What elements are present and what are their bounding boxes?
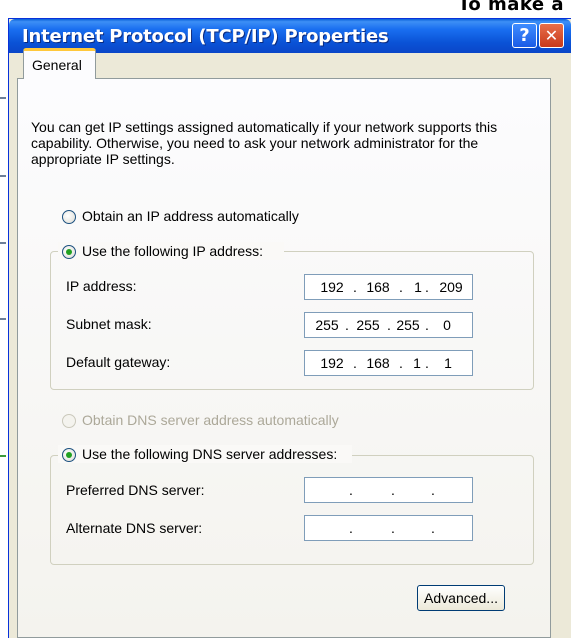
- alternate-dns-input[interactable]: . . .: [304, 515, 473, 541]
- background-mark: [0, 175, 6, 177]
- use-dns-manual-radio[interactable]: [62, 448, 76, 462]
- obtain-dns-auto-radio[interactable]: [62, 414, 76, 428]
- close-button[interactable]: ✕: [539, 23, 564, 48]
- octet: 168: [366, 355, 390, 371]
- radio-selected-dot: [66, 452, 72, 458]
- use-ip-manual-radio[interactable]: [62, 245, 76, 259]
- use-dns-manual-label[interactable]: Use the following DNS server addresses:: [82, 446, 337, 462]
- octet: 209: [439, 279, 463, 295]
- default-gateway-input[interactable]: 192 . 168 . 1 . 1: [304, 350, 473, 376]
- ip-address-label: IP address:: [66, 278, 137, 294]
- help-icon: ?: [519, 25, 530, 46]
- octet: 192: [320, 355, 344, 371]
- octet: 1: [444, 355, 452, 371]
- obtain-dns-auto-label[interactable]: Obtain DNS server address automatically: [82, 412, 339, 428]
- octet: 255: [396, 317, 420, 333]
- radio-selected-dot: [66, 249, 72, 255]
- default-gateway-label: Default gateway:: [66, 354, 171, 370]
- preferred-dns-input[interactable]: . . .: [304, 477, 473, 503]
- tab-general[interactable]: General: [23, 48, 96, 79]
- background-text: To make a: [458, 0, 565, 15]
- background-mark: [0, 318, 6, 320]
- octet: 192: [320, 279, 344, 295]
- help-button[interactable]: ?: [512, 23, 537, 48]
- dns-server-group: [50, 455, 534, 565]
- advanced-button[interactable]: Advanced...: [417, 585, 505, 611]
- background-mark: [0, 455, 6, 457]
- octet: 168: [366, 279, 390, 295]
- background-mark: [0, 242, 6, 244]
- use-ip-manual-label[interactable]: Use the following IP address:: [82, 243, 263, 259]
- subnet-mask-label: Subnet mask:: [66, 316, 152, 332]
- background-mark: [0, 97, 6, 99]
- intro-text: You can get IP settings assigned automat…: [31, 119, 498, 167]
- ip-address-input[interactable]: 192 . 168 . 1 . 209: [304, 274, 473, 300]
- alternate-dns-label: Alternate DNS server:: [66, 520, 203, 536]
- obtain-ip-auto-label[interactable]: Obtain an IP address automatically: [82, 208, 299, 224]
- obtain-ip-auto-radio[interactable]: [62, 210, 76, 224]
- preferred-dns-label: Preferred DNS server:: [66, 482, 205, 498]
- octet: 255: [315, 317, 339, 333]
- octet: 255: [356, 317, 380, 333]
- close-icon: ✕: [544, 26, 559, 45]
- subnet-mask-input[interactable]: 255 . 255 . 255 . 0: [304, 312, 473, 338]
- octet: 0: [443, 317, 451, 333]
- window-title: Internet Protocol (TCP/IP) Properties: [22, 26, 389, 47]
